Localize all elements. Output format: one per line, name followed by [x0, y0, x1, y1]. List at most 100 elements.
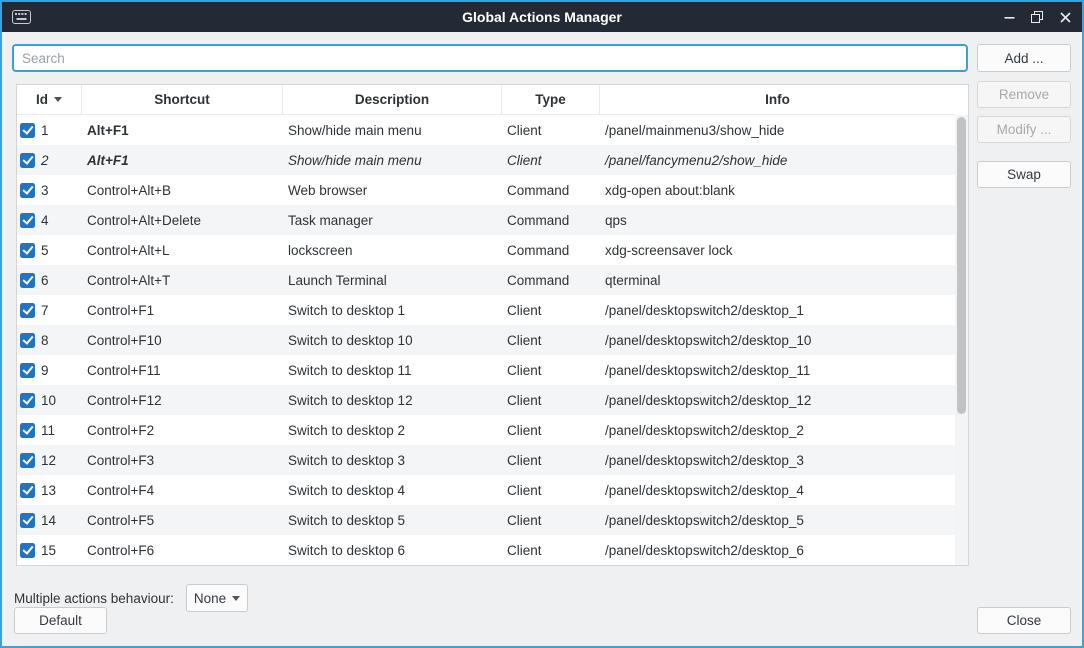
row-enabled-checkbox[interactable]: [20, 513, 35, 528]
row-enabled-checkbox[interactable]: [20, 483, 35, 498]
row-type: Client: [501, 423, 599, 438]
row-info: qps: [599, 213, 955, 228]
shortcuts-table: Id Shortcut Description Type Info 1 Alt+F…: [16, 84, 969, 566]
table-row[interactable]: 2Alt+F1Show/hide main menuClient/panel/f…: [17, 145, 955, 175]
row-id: 5: [41, 243, 49, 258]
row-type: Command: [501, 183, 599, 198]
row-enabled-checkbox[interactable]: [20, 183, 35, 198]
row-enabled-checkbox[interactable]: [20, 303, 35, 318]
row-type: Command: [501, 273, 599, 288]
table-row[interactable]: 14Control+F5Switch to desktop 5Client/pa…: [17, 505, 955, 535]
column-header-info[interactable]: Info: [599, 85, 955, 114]
column-header-type[interactable]: Type: [501, 85, 599, 114]
row-enabled-checkbox[interactable]: [20, 453, 35, 468]
row-description: Show/hide main menu: [282, 153, 501, 168]
column-header-shortcut[interactable]: Shortcut: [81, 85, 282, 114]
swap-button[interactable]: Swap: [977, 161, 1071, 188]
row-type: Client: [501, 363, 599, 378]
row-id: 9: [41, 363, 49, 378]
table-row[interactable]: 15Control+F6Switch to desktop 6Client/pa…: [17, 535, 955, 565]
row-enabled-checkbox[interactable]: [20, 153, 35, 168]
behaviour-dropdown[interactable]: None: [186, 584, 248, 612]
close-button[interactable]: Close: [977, 607, 1071, 634]
row-description: Launch Terminal: [282, 273, 501, 288]
row-enabled-checkbox[interactable]: [20, 123, 35, 138]
row-enabled-checkbox[interactable]: [20, 363, 35, 378]
row-description: Switch to desktop 10: [282, 333, 501, 348]
row-enabled-checkbox[interactable]: [20, 273, 35, 288]
add-button[interactable]: Add ...: [977, 44, 1071, 72]
row-shortcut: Control+Alt+B: [81, 183, 282, 198]
window-title: Global Actions Manager: [2, 9, 1082, 25]
row-id: 13: [41, 483, 56, 498]
row-id: 10: [41, 393, 56, 408]
table-row[interactable]: 11Control+F2Switch to desktop 2Client/pa…: [17, 415, 955, 445]
row-type: Command: [501, 243, 599, 258]
table-scrollbar[interactable]: [955, 115, 968, 565]
row-description: Switch to desktop 12: [282, 393, 501, 408]
row-type: Command: [501, 213, 599, 228]
row-id: 14: [41, 513, 56, 528]
table-row[interactable]: 4Control+Alt+DeleteTask managerCommandqp…: [17, 205, 955, 235]
table-row[interactable]: 12Control+F3Switch to desktop 3Client/pa…: [17, 445, 955, 475]
default-button[interactable]: Default: [14, 607, 107, 634]
keyboard-icon[interactable]: [12, 10, 32, 24]
table-row[interactable]: 7Control+F1Switch to desktop 1Client/pan…: [17, 295, 955, 325]
scrollbar-thumb[interactable]: [957, 117, 966, 414]
sort-descending-icon: [54, 97, 62, 102]
table-row[interactable]: 13Control+F4Switch to desktop 4Client/pa…: [17, 475, 955, 505]
column-header-description[interactable]: Description: [282, 85, 501, 114]
row-info: /panel/desktopswitch2/desktop_4: [599, 483, 955, 498]
row-description: Switch to desktop 5: [282, 513, 501, 528]
row-id-cell: 1: [17, 123, 81, 138]
table-row[interactable]: 3Control+Alt+BWeb browserCommandxdg-open…: [17, 175, 955, 205]
row-shortcut: Control+F11: [81, 363, 282, 378]
row-info: /panel/desktopswitch2/desktop_12: [599, 393, 955, 408]
row-info: /panel/desktopswitch2/desktop_1: [599, 303, 955, 318]
row-info: xdg-open about:blank: [599, 183, 955, 198]
row-shortcut: Control+F10: [81, 333, 282, 348]
row-shortcut: Alt+F1: [81, 123, 282, 138]
table-row[interactable]: 5Control+Alt+LlockscreenCommandxdg-scree…: [17, 235, 955, 265]
row-enabled-checkbox[interactable]: [20, 333, 35, 348]
row-id: 15: [41, 543, 56, 558]
row-id-cell: 6: [17, 273, 81, 288]
row-shortcut: Control+Alt+Delete: [81, 213, 282, 228]
table-row[interactable]: 10Control+F12Switch to desktop 12Client/…: [17, 385, 955, 415]
row-shortcut: Control+Alt+T: [81, 273, 282, 288]
row-type: Client: [501, 303, 599, 318]
global-actions-manager-window: Global Actions Manager Add ... Remove Mo…: [0, 0, 1084, 648]
row-id: 1: [41, 123, 49, 138]
row-description: Task manager: [282, 213, 501, 228]
modify-button[interactable]: Modify ...: [977, 116, 1071, 143]
row-id: 8: [41, 333, 49, 348]
column-header-id[interactable]: Id: [17, 85, 81, 114]
row-id-cell: 12: [17, 453, 81, 468]
row-info: /panel/desktopswitch2/desktop_5: [599, 513, 955, 528]
table-row[interactable]: 6Control+Alt+TLaunch TerminalCommandqter…: [17, 265, 955, 295]
table-row[interactable]: 8Control+F10Switch to desktop 10Client/p…: [17, 325, 955, 355]
search-input[interactable]: [12, 44, 968, 72]
row-info: /panel/desktopswitch2/desktop_6: [599, 543, 955, 558]
remove-button[interactable]: Remove: [977, 81, 1071, 108]
row-id-cell: 4: [17, 213, 81, 228]
close-window-button[interactable]: [1058, 10, 1072, 24]
minimize-button[interactable]: [1002, 10, 1016, 24]
row-enabled-checkbox[interactable]: [20, 423, 35, 438]
row-id: 2: [41, 153, 49, 168]
restore-button[interactable]: [1030, 10, 1044, 24]
row-enabled-checkbox[interactable]: [20, 243, 35, 258]
row-enabled-checkbox[interactable]: [20, 213, 35, 228]
row-id: 6: [41, 273, 49, 288]
row-shortcut: Control+F2: [81, 423, 282, 438]
row-shortcut: Control+F4: [81, 483, 282, 498]
row-enabled-checkbox[interactable]: [20, 543, 35, 558]
row-description: Web browser: [282, 183, 501, 198]
row-info: xdg-screensaver lock: [599, 243, 955, 258]
table-row[interactable]: 9Control+F11Switch to desktop 11Client/p…: [17, 355, 955, 385]
table-row[interactable]: 1Alt+F1Show/hide main menuClient/panel/m…: [17, 115, 955, 145]
row-description: Show/hide main menu: [282, 123, 501, 138]
row-enabled-checkbox[interactable]: [20, 393, 35, 408]
row-info: /panel/desktopswitch2/desktop_11: [599, 363, 955, 378]
row-description: Switch to desktop 4: [282, 483, 501, 498]
